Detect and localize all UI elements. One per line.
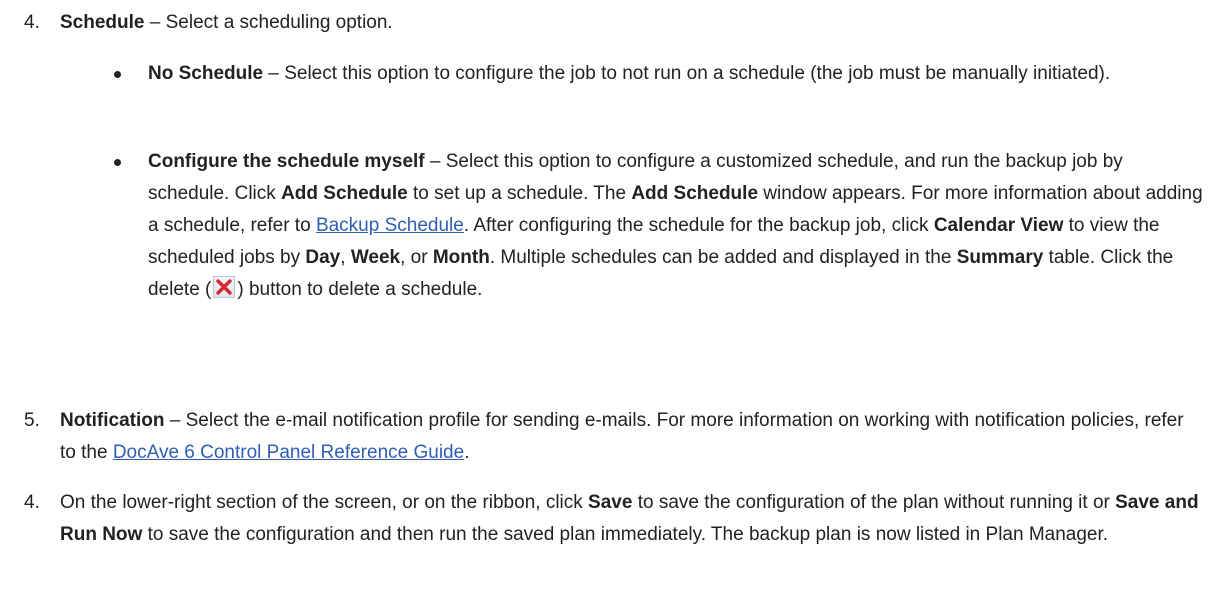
option-text: . Multiple schedules can be added and di… bbox=[489, 247, 957, 268]
step-save: 4. On the lower-right section of the scr… bbox=[24, 487, 1204, 551]
control-panel-guide-link[interactable]: DocAve 6 Control Panel Reference Guide bbox=[113, 442, 464, 463]
calendar-view-term: Calendar View bbox=[933, 215, 1064, 236]
bullet bbox=[114, 159, 121, 166]
save-term: Save bbox=[588, 492, 633, 513]
option-text: , bbox=[340, 247, 351, 268]
option-label: Configure the schedule myself bbox=[148, 151, 425, 172]
step-text: – Select a scheduling option. bbox=[144, 12, 393, 33]
delete-x-icon bbox=[213, 276, 236, 298]
step-number: 4. bbox=[24, 12, 40, 33]
option-text: ) button to delete a schedule. bbox=[237, 279, 483, 300]
option-text: , or bbox=[400, 247, 433, 268]
step-schedule: 4. Schedule – Select a scheduling option… bbox=[24, 7, 1204, 39]
step-text: to save the configuration of the plan wi… bbox=[632, 492, 1116, 513]
step-text: On the lower-right section of the screen… bbox=[60, 492, 589, 513]
month-term: Month bbox=[432, 247, 490, 268]
option-no-schedule: No Schedule – Select this option to conf… bbox=[114, 58, 1204, 90]
week-term: Week bbox=[350, 247, 401, 268]
summary-term: Summary bbox=[956, 247, 1044, 268]
bullet bbox=[114, 71, 121, 78]
step-number: 4. bbox=[24, 492, 40, 513]
step-notification: 5. Notification – Select the e-mail noti… bbox=[24, 405, 1204, 469]
step-text: . bbox=[464, 442, 470, 463]
option-text: . After configuring the schedule for the… bbox=[463, 215, 934, 236]
add-schedule-window-term: Add Schedule bbox=[631, 183, 759, 204]
step-number: 5. bbox=[24, 410, 40, 431]
option-text: – Select this option to configure the jo… bbox=[263, 63, 1111, 84]
option-configure-schedule: Configure the schedule myself – Select t… bbox=[114, 146, 1204, 306]
backup-schedule-link[interactable]: Backup Schedule bbox=[316, 215, 464, 236]
day-term: Day bbox=[305, 247, 341, 268]
option-label: No Schedule bbox=[148, 63, 264, 84]
step-label: Schedule bbox=[60, 12, 145, 33]
step-label: Notification bbox=[60, 410, 165, 431]
step-text: to save the configuration and then run t… bbox=[142, 524, 1109, 545]
add-schedule-term: Add Schedule bbox=[281, 183, 408, 204]
document-page: 4. Schedule – Select a scheduling option… bbox=[0, 0, 1220, 589]
option-text: to set up a schedule. The bbox=[407, 183, 632, 204]
